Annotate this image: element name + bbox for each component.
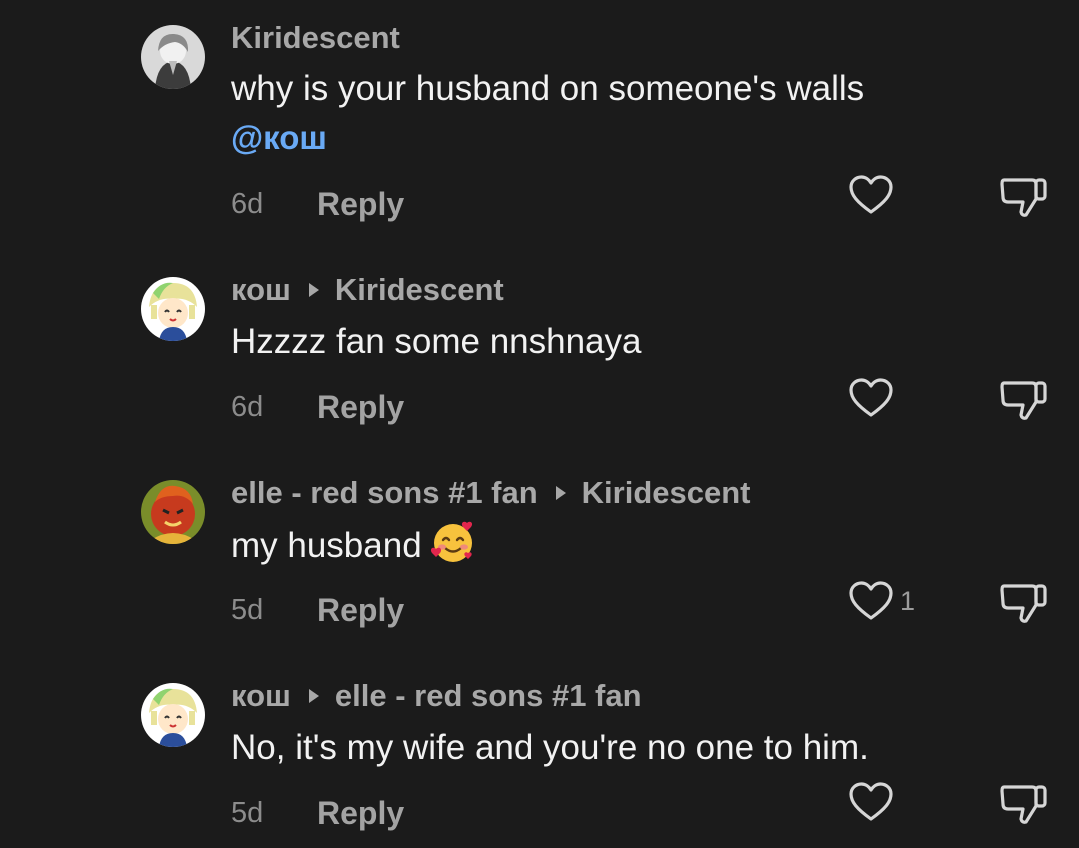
heart-icon bbox=[848, 580, 894, 622]
reply-to-name[interactable]: Kiridescent bbox=[335, 272, 504, 308]
comment-header: elle - red sons #1 fan Kiridescent bbox=[231, 473, 751, 513]
reply-button[interactable]: Reply bbox=[317, 186, 404, 223]
comment-text: No, it's my wife and you're no one to hi… bbox=[231, 728, 869, 767]
comment-text: my husband bbox=[231, 519, 476, 572]
reply-to-name[interactable]: elle - red sons #1 fan bbox=[335, 678, 642, 714]
author-name[interactable]: elle - red sons #1 fan bbox=[231, 475, 538, 511]
reply-button[interactable]: Reply bbox=[317, 592, 404, 629]
dislike-button[interactable] bbox=[998, 175, 1048, 219]
author-name[interactable]: кош bbox=[231, 678, 291, 714]
comment-meta: 6d Reply bbox=[231, 385, 404, 429]
thumbs-down-icon bbox=[998, 175, 1048, 219]
reply-arrow-icon bbox=[555, 486, 566, 500]
reply-arrow-icon bbox=[308, 689, 319, 703]
heart-icon bbox=[848, 377, 894, 419]
mention-link[interactable]: @кош bbox=[231, 114, 327, 162]
comment-text-content: my husband bbox=[231, 526, 422, 565]
like-button[interactable]: 1 bbox=[848, 580, 915, 622]
dislike-button[interactable] bbox=[998, 581, 1048, 625]
thumbs-down-icon bbox=[998, 378, 1048, 422]
timestamp: 5d bbox=[231, 593, 264, 626]
comment-thread: Kiridescent why is your husband on someo… bbox=[0, 0, 1079, 848]
comment-meta: 5d Reply bbox=[231, 588, 404, 632]
heart-icon bbox=[848, 174, 894, 216]
reply-arrow-icon bbox=[308, 283, 319, 297]
avatar[interactable] bbox=[141, 480, 205, 544]
author-name[interactable]: кош bbox=[231, 272, 291, 308]
reply-button[interactable]: Reply bbox=[317, 389, 404, 426]
avatar[interactable] bbox=[141, 683, 205, 747]
smiling-face-with-hearts-icon bbox=[422, 521, 476, 565]
timestamp: 6d bbox=[231, 187, 264, 220]
comment-meta: 6d Reply bbox=[231, 182, 404, 226]
heart-icon bbox=[848, 781, 894, 823]
like-button[interactable] bbox=[848, 781, 894, 823]
comment-header: Kiridescent bbox=[231, 18, 400, 58]
thumbs-down-icon bbox=[998, 581, 1048, 625]
thumbs-down-icon bbox=[998, 782, 1048, 826]
timestamp: 6d bbox=[231, 390, 264, 423]
comment-header: кош Kiridescent bbox=[231, 270, 504, 310]
comment-meta: 5d Reply bbox=[231, 791, 404, 835]
comment-header: кош elle - red sons #1 fan bbox=[231, 676, 642, 716]
author-name[interactable]: Kiridescent bbox=[231, 20, 400, 56]
like-count: 1 bbox=[900, 585, 916, 616]
comment-text: why is your husband on someone's walls bbox=[231, 69, 865, 108]
avatar[interactable] bbox=[141, 277, 205, 341]
comment-text: Hzzzz fan some nnshnaya bbox=[231, 322, 642, 361]
like-button[interactable] bbox=[848, 174, 894, 216]
dislike-button[interactable] bbox=[998, 782, 1048, 826]
reply-button[interactable]: Reply bbox=[317, 795, 404, 832]
avatar[interactable] bbox=[141, 25, 205, 89]
timestamp: 5d bbox=[231, 796, 264, 829]
reply-to-name[interactable]: Kiridescent bbox=[582, 475, 751, 511]
dislike-button[interactable] bbox=[998, 378, 1048, 422]
like-button[interactable] bbox=[848, 377, 894, 419]
